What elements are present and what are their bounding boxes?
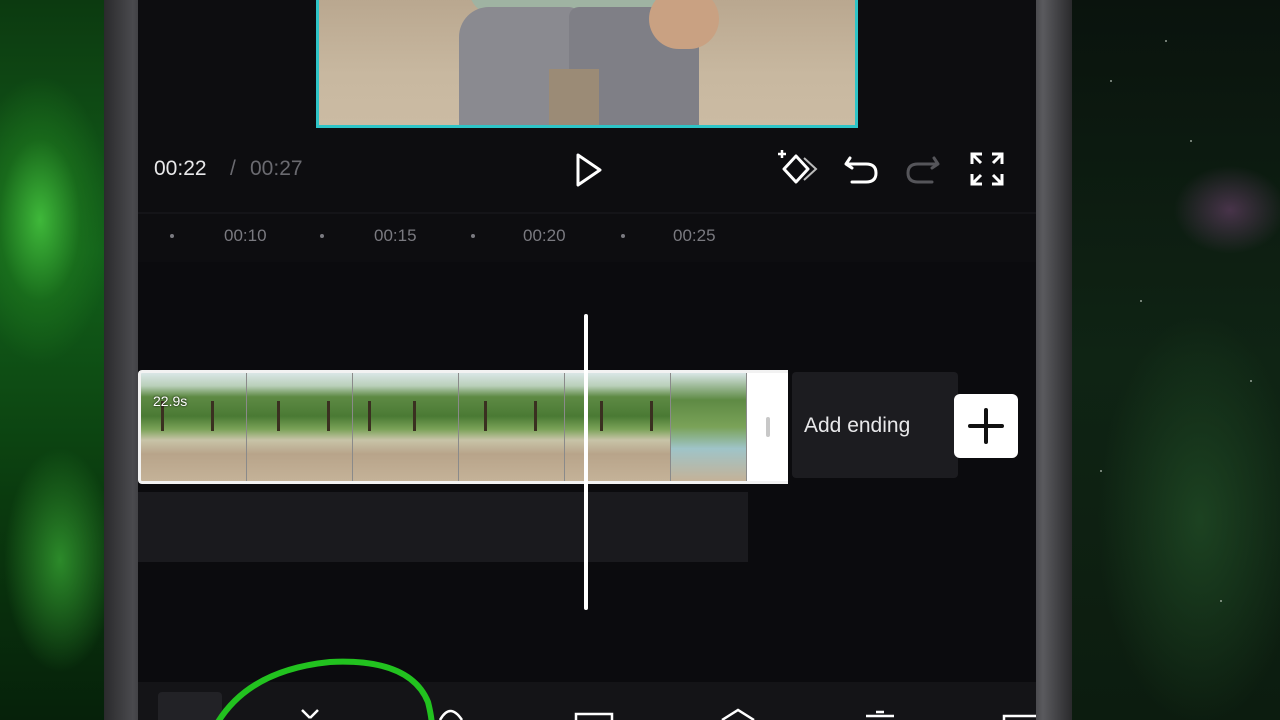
play-icon (576, 153, 602, 187)
clip-thumbnails (141, 373, 747, 481)
ruler-label: 00:10 (224, 226, 267, 245)
background-right (1070, 0, 1280, 720)
box-icon (574, 712, 614, 720)
clip-duration: 22.9s (153, 393, 188, 409)
keyframe-button[interactable] (774, 148, 818, 190)
annotation-circle (215, 658, 435, 720)
ruler-tick (621, 234, 625, 238)
ruler-tick (320, 234, 324, 238)
ruler-tick (170, 234, 174, 238)
delete-tool[interactable] (858, 692, 902, 720)
total-time: 00:27 (250, 157, 303, 180)
playback-controls: 00:22 / 00:27 (138, 140, 1036, 200)
background-left (0, 0, 110, 720)
keyframe-icon (778, 150, 818, 184)
playhead[interactable] (584, 314, 588, 610)
ruler-label: 00:20 (523, 226, 566, 245)
ruler-label: 00:25 (673, 226, 716, 245)
animation-tool[interactable] (716, 692, 760, 720)
fullscreen-icon (970, 152, 1004, 186)
volume-tool[interactable] (572, 692, 616, 720)
play-button[interactable] (568, 150, 608, 190)
more-tool[interactable] (1000, 692, 1036, 720)
add-ending-label: Add ending (804, 414, 911, 437)
trash-icon (866, 710, 894, 718)
fullscreen-button[interactable] (966, 148, 1008, 190)
redo-icon (906, 156, 940, 184)
time-separator: / (230, 157, 236, 180)
redo-button[interactable] (902, 148, 944, 190)
time-ruler[interactable]: 00:10 00:15 00:20 00:25 (138, 212, 1036, 262)
add-ending-button[interactable]: Add ending (792, 372, 958, 478)
editor-screen: 00:22 / 00:27 00:10 00:15 00:20 00:25 22… (138, 0, 1036, 720)
undo-button[interactable] (840, 148, 882, 190)
diamond-icon (721, 708, 755, 720)
timeline[interactable]: 22.9s Add ending (138, 262, 1036, 682)
undo-icon (844, 156, 878, 184)
ruler-tick (471, 234, 475, 238)
more-icon (1002, 714, 1036, 720)
video-preview[interactable] (316, 0, 858, 128)
plus-icon (968, 408, 1004, 444)
add-clip-button[interactable] (954, 394, 1018, 458)
clip-trim-handle[interactable] (747, 373, 788, 481)
video-clip[interactable]: 22.9s (138, 370, 788, 484)
audio-track[interactable] (138, 492, 748, 562)
current-time: 00:22 (154, 157, 207, 180)
ruler-label: 00:15 (374, 226, 417, 245)
